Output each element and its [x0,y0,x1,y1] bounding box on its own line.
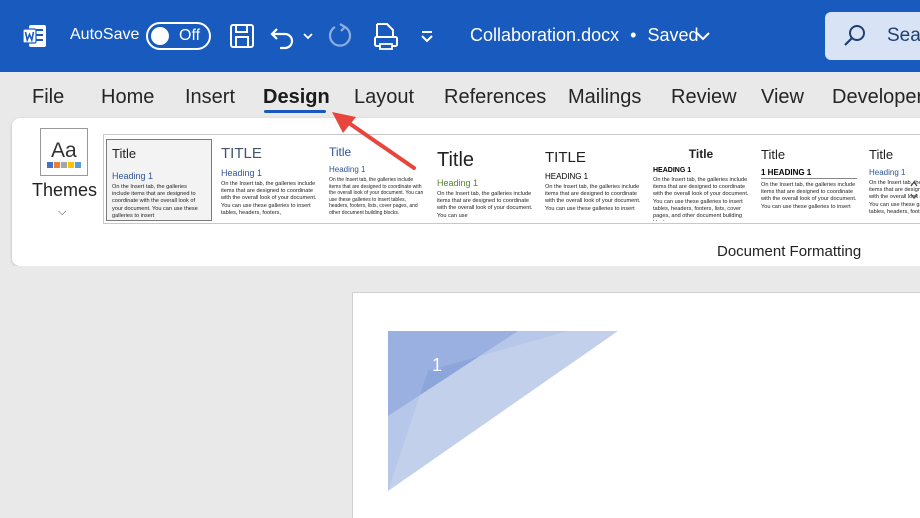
style-set-item[interactable]: Title Heading 1 On the Insert tab, the g… [106,139,212,221]
style-set-item[interactable]: Title 1 HEADING 1 On the Insert tab, the… [756,139,862,221]
style-title: Title [688,147,714,161]
tab-view[interactable]: View [761,86,804,109]
page-corner-graphic [388,331,618,491]
style-heading: HEADING 1 [545,172,589,181]
print-preview-icon[interactable] [372,20,400,52]
style-body: On the Insert tab, the galleries include… [112,184,198,219]
style-heading: HEADING 1 [653,167,692,174]
style-title: TITLE [221,145,262,162]
autosave-state: Off [179,27,201,44]
tab-developer[interactable]: Developer [832,86,920,109]
title-separator: • [630,25,637,45]
autosave-label: AutoSave [70,26,140,43]
style-title: Title [761,147,786,162]
style-set-item[interactable]: TITLE HEADING 1 On the Insert tab, the g… [540,139,646,221]
style-heading: Heading 1 [112,171,154,181]
autosave-toggle[interactable]: Off [146,22,211,50]
ribbon-panel: Aa Themes ⌵ Title Heading 1 On the Inser… [12,118,920,266]
style-body: On the Insert tab, the galleries include… [221,181,317,216]
ribbon-tabs: File Home Insert Design Layout Reference… [0,72,920,118]
style-body: On the Insert tab, the galleries include… [761,182,857,210]
title-dropdown-icon[interactable] [694,20,712,52]
page-number: 1 [432,355,443,375]
customize-toolbar-icon[interactable] [418,20,436,52]
tab-design[interactable]: Design [263,86,330,109]
tab-file[interactable]: File [32,86,64,109]
search-input[interactable]: Search [825,12,920,60]
tab-insert[interactable]: Insert [185,86,235,109]
themes-button[interactable]: Aa [40,128,88,176]
annotation-arrow-icon [332,112,416,170]
search-icon [844,25,865,46]
save-icon[interactable] [229,20,255,52]
style-set-item[interactable]: Title HEADING 1 On the Insert tab, the g… [648,139,754,221]
style-set-item[interactable]: Title Heading 1 On the Insert tab, the g… [432,139,538,221]
themes-icon-text: Aa [51,139,77,162]
style-heading: 1 HEADING 1 [761,168,857,179]
style-set-item[interactable]: TITLE Heading 1 On the Insert tab, the g… [216,139,322,221]
save-status: Saved [647,25,699,45]
undo-dropdown-icon[interactable] [301,20,315,52]
title-bar: AutoSave Off Collaboration.docx • Saved [0,0,920,72]
gallery-scroll-icon[interactable] [908,150,920,230]
tab-references[interactable]: References [444,86,546,109]
active-tab-indicator [264,110,326,113]
style-body: On the Insert tab, the galleries include… [653,177,749,221]
document-formatting-group-label: Document Formatting [717,243,862,260]
style-body: On the Insert tab, the galleries include… [329,177,424,216]
chevron-down-icon[interactable]: ⌵ [58,206,66,219]
tab-layout[interactable]: Layout [354,86,414,109]
document-title[interactable]: Collaboration.docx • Saved [470,25,704,46]
word-logo-icon[interactable] [22,23,48,49]
themes-label[interactable]: Themes [32,180,97,201]
undo-icon[interactable] [269,20,297,52]
tab-review[interactable]: Review [671,86,737,109]
style-title: Title [437,149,475,171]
style-heading: Heading 1 [221,168,263,178]
themes-colors-icon [47,162,81,168]
style-title: Title [112,146,137,161]
search-label: Search [887,25,920,46]
tab-home[interactable]: Home [101,86,154,109]
style-set-gallery: Title Heading 1 On the Insert tab, the g… [103,134,920,224]
style-title: TITLE [545,149,586,166]
style-body: On the Insert tab, the galleries include… [545,184,641,212]
toggle-knob [151,27,169,45]
style-body: On the Insert tab, the galleries include… [437,191,533,219]
document-name: Collaboration.docx [470,25,620,45]
redo-icon[interactable] [326,20,354,52]
tab-mailings[interactable]: Mailings [568,86,641,109]
style-heading: Heading 1 [437,178,479,188]
